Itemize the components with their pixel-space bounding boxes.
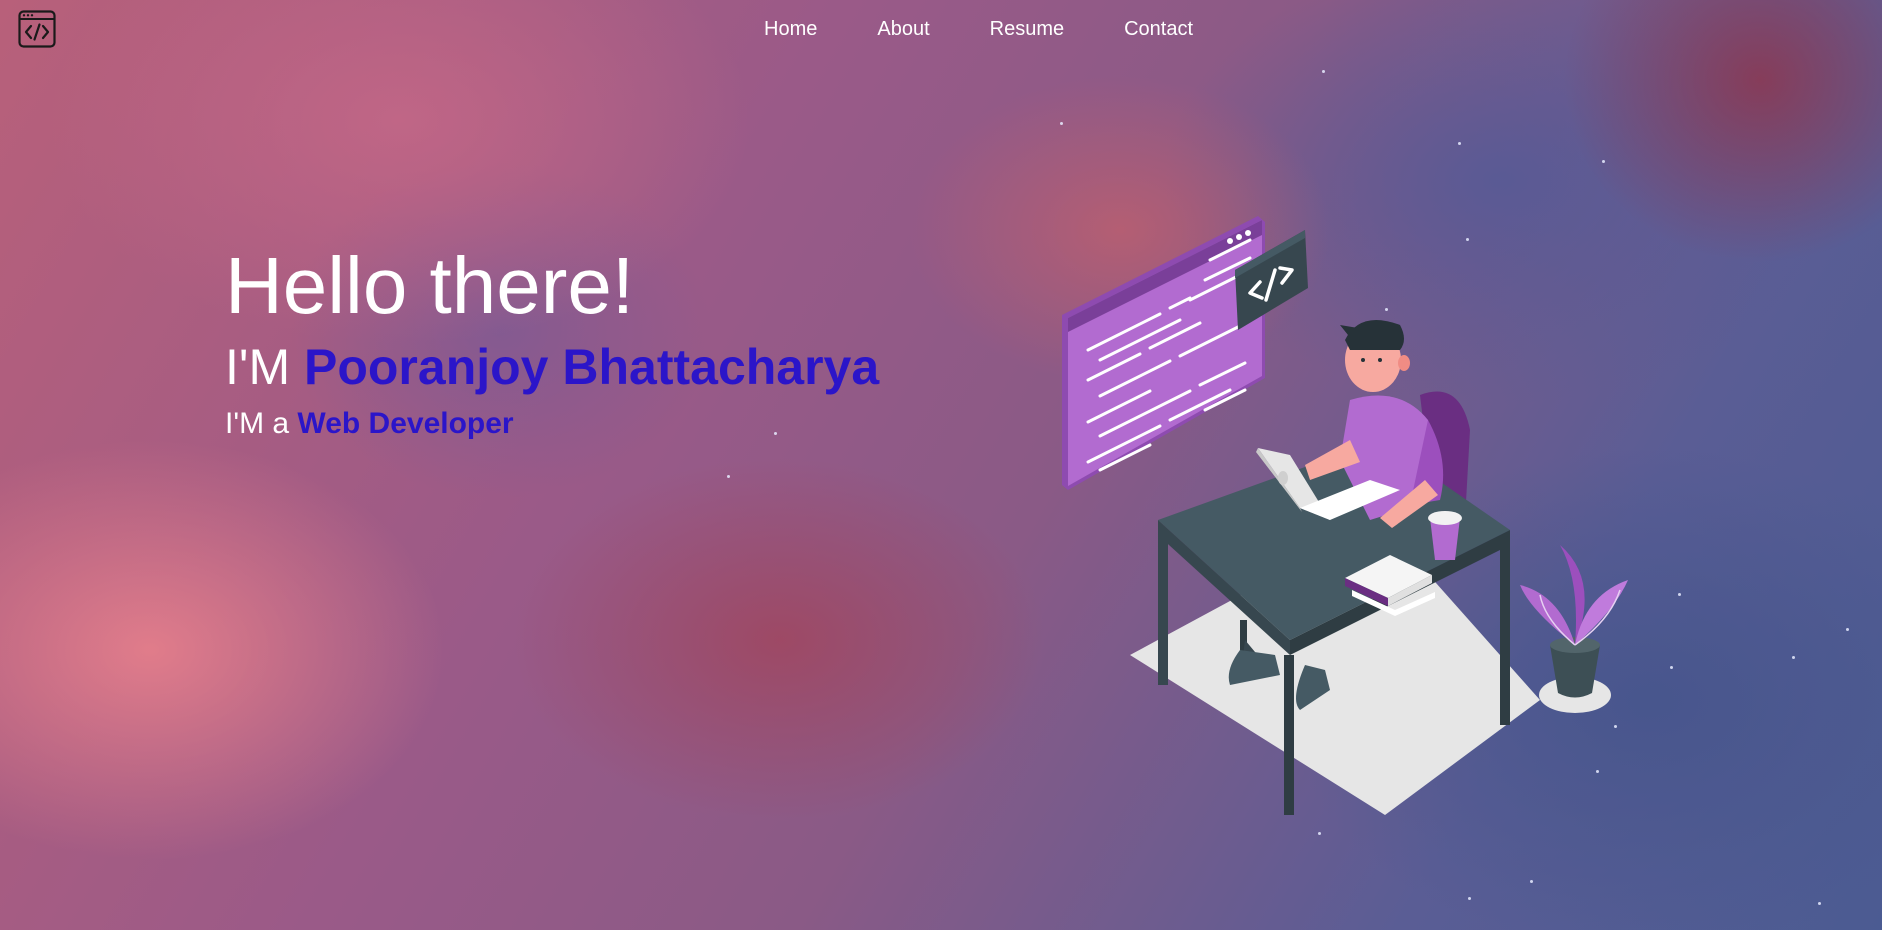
- star: [1602, 160, 1605, 163]
- star: [1792, 656, 1795, 659]
- star: [727, 475, 730, 478]
- nav-contact[interactable]: Contact: [1124, 16, 1193, 42]
- code-window-icon[interactable]: [18, 10, 56, 48]
- star: [1322, 70, 1325, 73]
- star: [1530, 880, 1533, 883]
- star: [1060, 122, 1063, 125]
- hero-section: Hello there! I'M Pooranjoy Bhattacharya …: [225, 240, 879, 442]
- nav-about[interactable]: About: [877, 16, 929, 42]
- star: [1468, 897, 1471, 900]
- hero-greeting: Hello there!: [225, 241, 635, 330]
- hero-name: Pooranjoy Bhattacharya: [304, 339, 880, 395]
- name-prefix: I'M: [225, 339, 291, 395]
- developer-at-desk-illustration: [1062, 216, 1628, 815]
- nav-home[interactable]: Home: [764, 16, 817, 42]
- nav-resume[interactable]: Resume: [990, 16, 1064, 42]
- star: [1670, 666, 1673, 669]
- star: [1458, 142, 1461, 145]
- hero-role: Web Developer: [297, 407, 514, 440]
- main-nav: Home About Resume Contact: [764, 16, 1253, 42]
- page: Home About Resume Contact Hello there! I…: [0, 0, 1882, 930]
- hero-name-line: I'M Pooranjoy Bhattacharya: [225, 338, 879, 396]
- star: [1678, 593, 1681, 596]
- role-prefix: I'M a: [225, 407, 290, 440]
- star: [1318, 832, 1321, 835]
- hero-role-line: I'M a Web Developer: [225, 406, 879, 442]
- star: [1846, 628, 1849, 631]
- star: [1818, 902, 1821, 905]
